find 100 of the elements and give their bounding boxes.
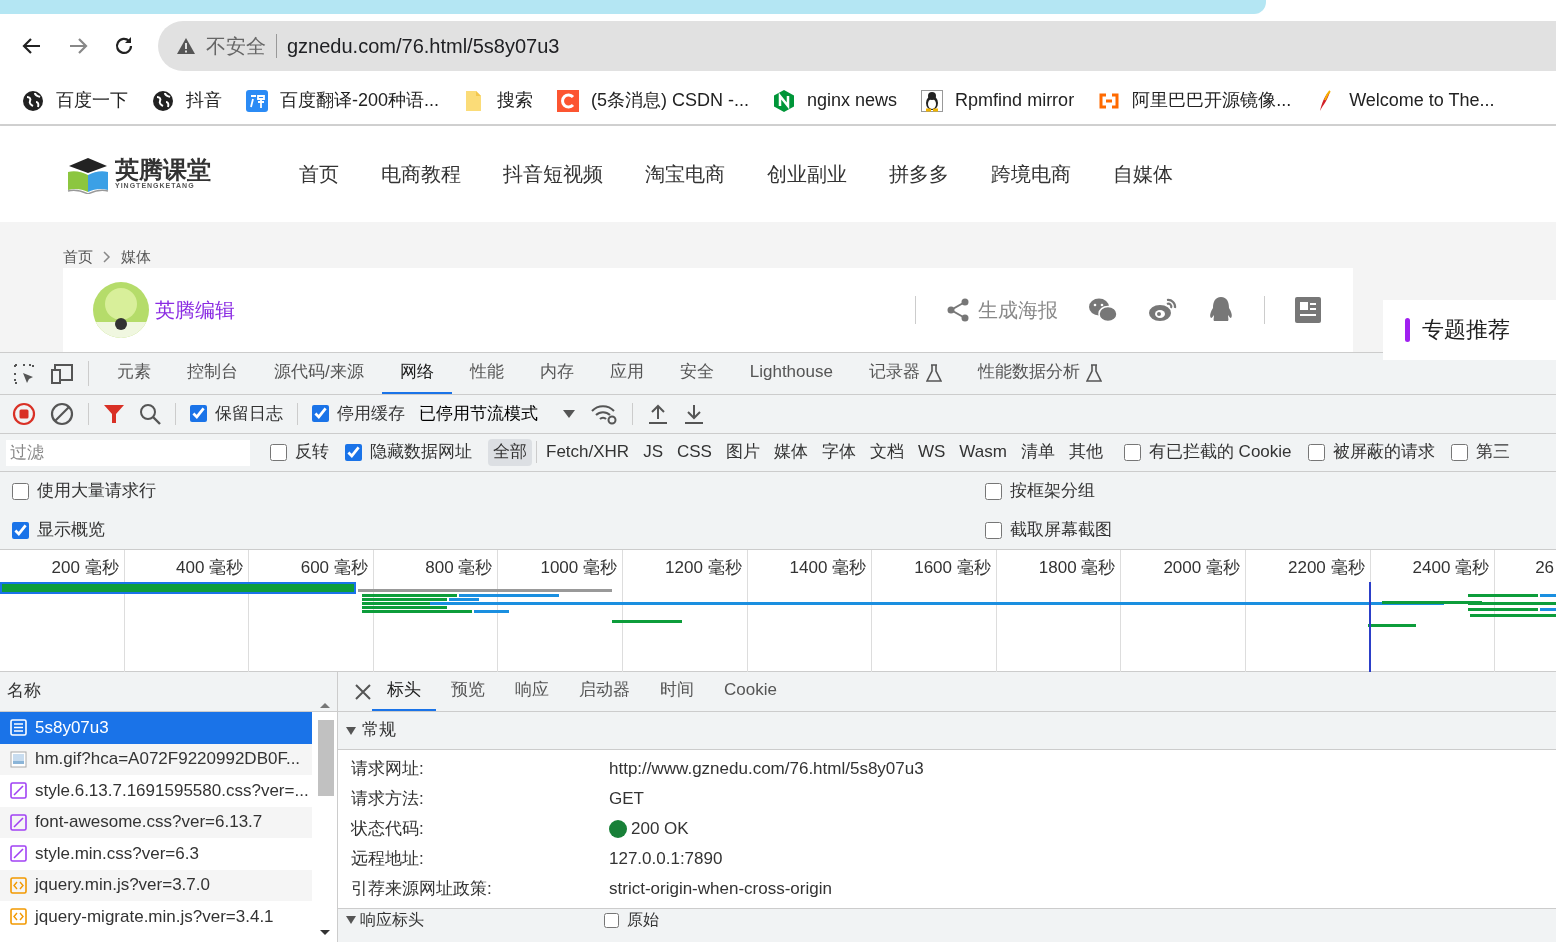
checkbox[interactable] <box>270 444 287 461</box>
checkbox-label: 按框架分组 <box>1010 481 1095 502</box>
filter-field[interactable]: 过滤 <box>6 439 250 466</box>
field-value: GET <box>609 788 644 810</box>
checkbox[interactable] <box>312 405 329 423</box>
devtools-tab[interactable]: 性能数据分析 <box>959 353 1120 394</box>
section-header[interactable]: 响应标头 <box>346 910 604 930</box>
checkbox[interactable] <box>985 483 1002 500</box>
devtools-tab[interactable]: 性能 <box>451 353 522 394</box>
chevron-icon <box>103 251 111 263</box>
bookmark[interactable]: 百度翻译-200种语... <box>246 90 440 112</box>
breadcrumb-link[interactable]: 首页 <box>63 248 93 266</box>
nav-link[interactable]: 拼多多 <box>889 162 949 186</box>
devtools-tab[interactable]: 记录器 <box>850 353 960 394</box>
nav-link[interactable]: 首页 <box>299 162 339 186</box>
checkbox[interactable] <box>1123 444 1141 461</box>
filter-type-button[interactable]: 清单 <box>1015 439 1060 466</box>
filter-type-button[interactable]: 媒体 <box>768 439 813 466</box>
detail-tab[interactable]: 标头 <box>372 672 436 711</box>
request-row[interactable]: jquery-migrate.min.js?ver=3.4.1 <box>0 901 312 933</box>
bookmark[interactable]: 百度一下 <box>22 90 128 112</box>
weibo-icon[interactable] <box>1148 297 1178 323</box>
devtools-tab[interactable]: 控制台 <box>169 353 256 394</box>
nav-link[interactable]: 跨境电商 <box>991 162 1071 186</box>
bookmark[interactable]: nginx news <box>773 90 898 112</box>
detail-tab[interactable]: 时间 <box>645 672 709 711</box>
inspect-icon[interactable] <box>12 361 36 386</box>
devtools-tab[interactable]: 内存 <box>521 353 592 394</box>
detail-tab[interactable]: 启动器 <box>564 672 645 711</box>
request-row[interactable]: style.min.css?ver=6.3 <box>0 838 312 870</box>
detail-tab[interactable]: 预览 <box>436 672 500 711</box>
devtools-tab[interactable]: 元素 <box>99 353 169 394</box>
filter-type-button[interactable]: CSS <box>672 439 717 466</box>
devtools-tab[interactable]: Lighthouse <box>731 353 851 394</box>
nav-link[interactable]: 创业副业 <box>767 162 847 186</box>
triangle-down-icon <box>346 726 356 735</box>
filter-type-button[interactable]: 文档 <box>864 439 909 466</box>
filter-type-button[interactable]: 全部 <box>488 439 532 466</box>
checkbox[interactable] <box>190 405 207 423</box>
checkbox[interactable] <box>1450 444 1468 461</box>
field-label: 状态代码: <box>351 818 425 840</box>
throttling-dropdown[interactable]: 已停用节流模式 <box>419 403 576 425</box>
article-icon[interactable] <box>1295 297 1321 323</box>
device-icon[interactable] <box>50 361 76 386</box>
checkbox[interactable] <box>345 444 362 461</box>
filter-type-button[interactable]: Wasm <box>954 439 1012 466</box>
download-icon[interactable] <box>683 403 705 425</box>
filter-type-button[interactable]: JS <box>638 439 668 466</box>
author-name[interactable]: 英腾编辑 <box>155 298 235 322</box>
time-tick: 2000 毫秒 <box>1163 558 1240 577</box>
detail-tab[interactable]: 响应 <box>500 672 564 711</box>
request-row[interactable]: jquery.min.js?ver=3.7.0 <box>0 869 312 901</box>
checkbox[interactable] <box>12 522 29 539</box>
request-row[interactable]: 5s8y07u3 <box>0 712 312 744</box>
bookmark[interactable]: 搜索 <box>463 90 534 112</box>
url-text: gznedu.com/76.html/5s8y07u3 <box>287 34 560 58</box>
wechat-icon[interactable] <box>1088 297 1118 323</box>
stop-recording-icon[interactable] <box>12 402 36 426</box>
filter-type-button[interactable]: Fetch/XHR <box>541 439 635 466</box>
network-settings-icon[interactable] <box>590 403 618 425</box>
devtools-tab[interactable]: 网络 <box>381 353 452 394</box>
nav-link[interactable]: 淘宝电商 <box>645 162 725 186</box>
clear-icon[interactable] <box>50 402 74 426</box>
accent-bar <box>1405 318 1410 342</box>
search-icon[interactable] <box>139 403 161 425</box>
filter-icon[interactable] <box>103 403 125 425</box>
filter-type-button[interactable]: 字体 <box>816 439 861 466</box>
filter-type-button[interactable]: 其他 <box>1063 439 1108 466</box>
bookmark[interactable]: 抖音 <box>152 90 222 112</box>
address-bar[interactable]: 不安全 gznedu.com/76.html/5s8y07u3 <box>158 21 1556 71</box>
checkbox[interactable] <box>985 522 1002 539</box>
nav-link[interactable]: 电商教程 <box>381 162 461 186</box>
checkbox-label: 被屏蔽的请求 <box>1332 442 1435 463</box>
nav-link[interactable]: 抖音短视频 <box>503 162 603 186</box>
bookmark[interactable]: Welcome to The... <box>1315 90 1495 112</box>
checkbox-label: 隐藏数据网址 <box>370 442 472 463</box>
nav-link[interactable]: 自媒体 <box>1113 162 1173 186</box>
share-poster-link[interactable]: 生成海报 <box>946 298 1058 322</box>
devtools-tab[interactable]: 源代码/来源 <box>256 353 382 394</box>
request-row[interactable]: hm.gif?hca=A072F9220992DB0F... <box>0 743 312 775</box>
penguin-icon[interactable] <box>1208 296 1234 324</box>
bookmark[interactable]: Rpmfind mirror <box>921 90 1075 112</box>
bookmark[interactable]: 阿里巴巴开源镜像... <box>1098 90 1292 112</box>
upload-icon[interactable] <box>647 403 669 425</box>
field-value: strict-origin-when-cross-origin <box>609 878 832 900</box>
devtools-tab[interactable]: 应用 <box>591 353 662 394</box>
devtools-tab[interactable]: 安全 <box>661 353 732 394</box>
checkbox[interactable] <box>1307 444 1325 461</box>
breadcrumb-link[interactable]: 媒体 <box>121 248 151 266</box>
request-row[interactable]: font-awesome.css?ver=6.13.7 <box>0 806 312 838</box>
detail-tab[interactable]: Cookie <box>709 672 792 711</box>
filter-type-button[interactable]: WS <box>912 439 951 466</box>
column-header[interactable]: 名称 <box>0 672 337 712</box>
request-row[interactable]: style.6.13.7.1691595580.css?ver=... <box>0 775 312 807</box>
checkbox[interactable] <box>604 912 619 928</box>
checkbox-label: 截取屏幕截图 <box>1010 520 1112 541</box>
checkbox[interactable] <box>12 483 29 500</box>
filter-type-button[interactable]: 图片 <box>720 439 765 466</box>
bookmark[interactable]: (5条消息) CSDN -... <box>557 90 750 112</box>
close-icon[interactable] <box>354 682 372 701</box>
